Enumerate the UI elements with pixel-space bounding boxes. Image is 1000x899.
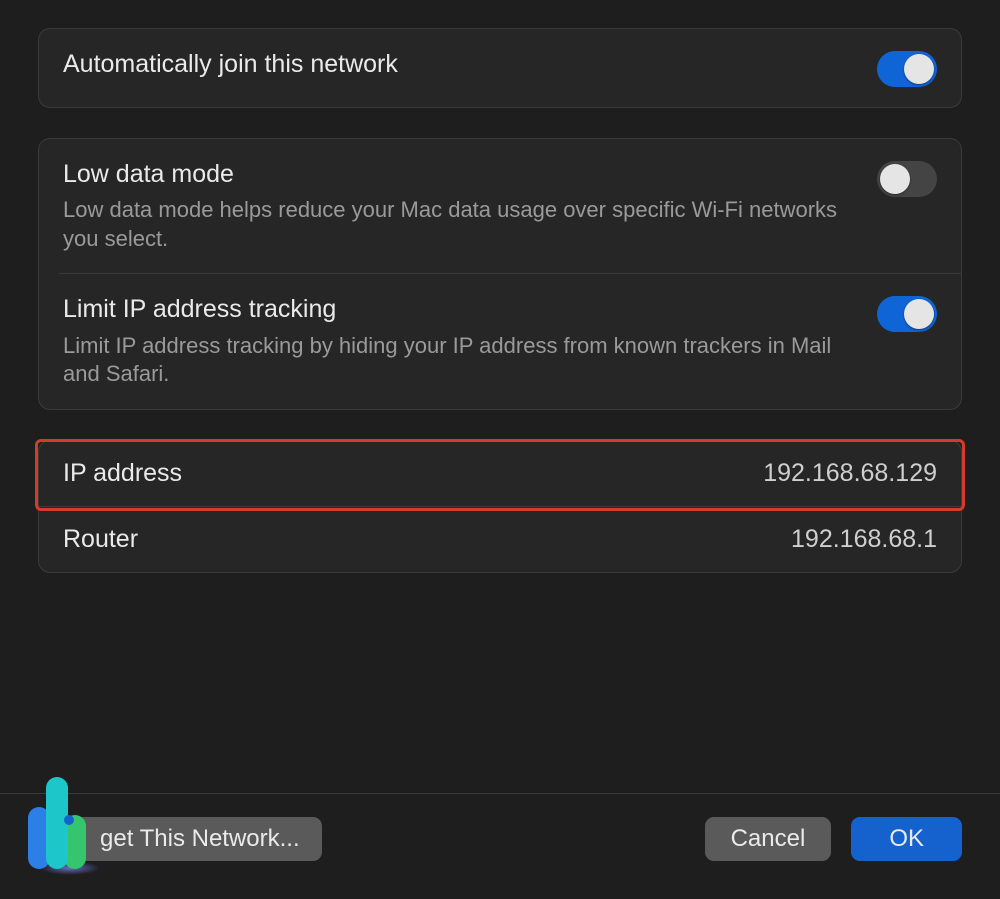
- row-text: Limit IP address tracking Limit IP addre…: [63, 294, 857, 388]
- router-label: Router: [63, 525, 138, 554]
- settings-panel: Automatically join this network Low data…: [0, 0, 1000, 573]
- limit-ip-row: Limit IP address tracking Limit IP addre…: [59, 273, 961, 408]
- limit-ip-toggle[interactable]: [877, 296, 937, 332]
- low-data-title: Low data mode: [63, 159, 857, 190]
- low-data-desc: Low data mode helps reduce your Mac data…: [63, 196, 857, 253]
- ok-label: OK: [889, 825, 924, 852]
- cancel-label: Cancel: [731, 825, 806, 852]
- toggle-knob: [904, 54, 934, 84]
- footer-left: get This Network...: [38, 817, 322, 861]
- privacy-group: Low data mode Low data mode helps reduce…: [38, 138, 962, 410]
- network-info-group: IP address 192.168.68.129 Router 192.168…: [38, 440, 962, 573]
- low-data-row: Low data mode Low data mode helps reduce…: [39, 139, 961, 273]
- ip-address-label: IP address: [63, 459, 182, 488]
- forget-network-label: get This Network...: [100, 825, 300, 852]
- limit-ip-title: Limit IP address tracking: [63, 294, 857, 325]
- limit-ip-desc: Limit IP address tracking by hiding your…: [63, 332, 857, 389]
- auto-join-title: Automatically join this network: [63, 49, 857, 80]
- ok-button[interactable]: OK: [851, 817, 962, 861]
- auto-join-toggle[interactable]: [877, 51, 937, 87]
- footer-bar: get This Network... Cancel OK: [0, 794, 1000, 899]
- footer-right: Cancel OK: [705, 817, 962, 861]
- router-row: Router 192.168.68.1: [39, 506, 961, 572]
- auto-join-group: Automatically join this network: [38, 28, 962, 108]
- router-value: 192.168.68.1: [791, 525, 937, 554]
- low-data-toggle[interactable]: [877, 161, 937, 197]
- auto-join-row: Automatically join this network: [39, 29, 961, 107]
- ip-address-value: 192.168.68.129: [763, 459, 937, 488]
- cancel-button[interactable]: Cancel: [705, 817, 832, 861]
- row-text: Automatically join this network: [63, 49, 857, 80]
- toggle-knob: [880, 164, 910, 194]
- ip-address-row: IP address 192.168.68.129: [39, 441, 961, 506]
- row-text: Low data mode Low data mode helps reduce…: [63, 159, 857, 253]
- forget-network-button[interactable]: get This Network...: [38, 817, 322, 861]
- overlay-shadow: [40, 861, 100, 875]
